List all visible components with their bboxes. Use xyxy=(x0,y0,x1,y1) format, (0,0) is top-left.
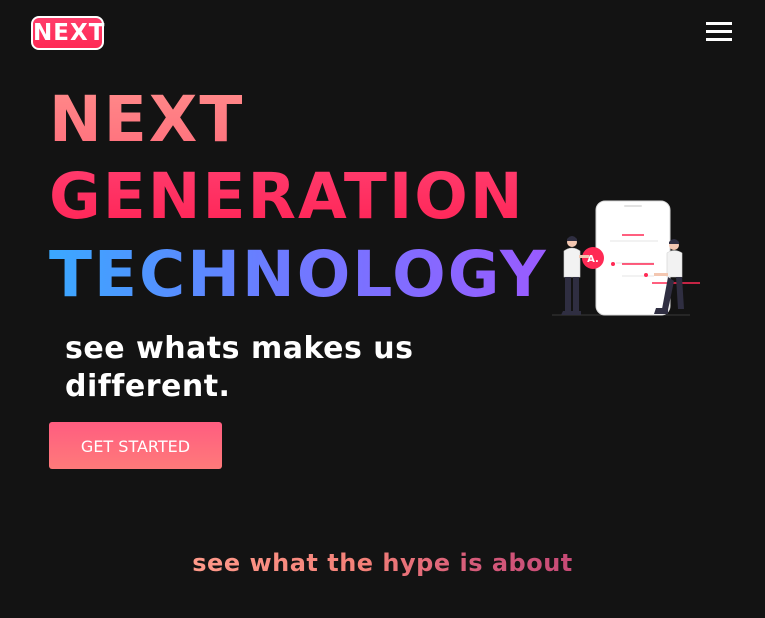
team-with-phone-illustration: A. xyxy=(552,200,700,316)
hero-tagline: see whats makes us different. xyxy=(65,331,414,404)
hero-title-line-3: TECHNOLOGY xyxy=(49,238,548,311)
hype-section-heading: see what the hype is about xyxy=(0,545,765,581)
hamburger-menu-icon[interactable] xyxy=(706,22,732,42)
menu-bar xyxy=(706,30,732,33)
hype-heading-text: see what the hype is about xyxy=(192,545,573,581)
brand-logo[interactable]: NEXT xyxy=(31,16,104,50)
menu-bar xyxy=(706,38,732,41)
get-started-button[interactable]: GET STARTED xyxy=(49,422,222,469)
landing-page: NEXT NEXT GENERATION TECHNOLOGY see what… xyxy=(0,0,765,618)
hero-title-line-1: NEXT xyxy=(49,83,245,156)
hero-title-line-2: GENERATION xyxy=(49,160,525,233)
menu-bar xyxy=(706,22,732,25)
